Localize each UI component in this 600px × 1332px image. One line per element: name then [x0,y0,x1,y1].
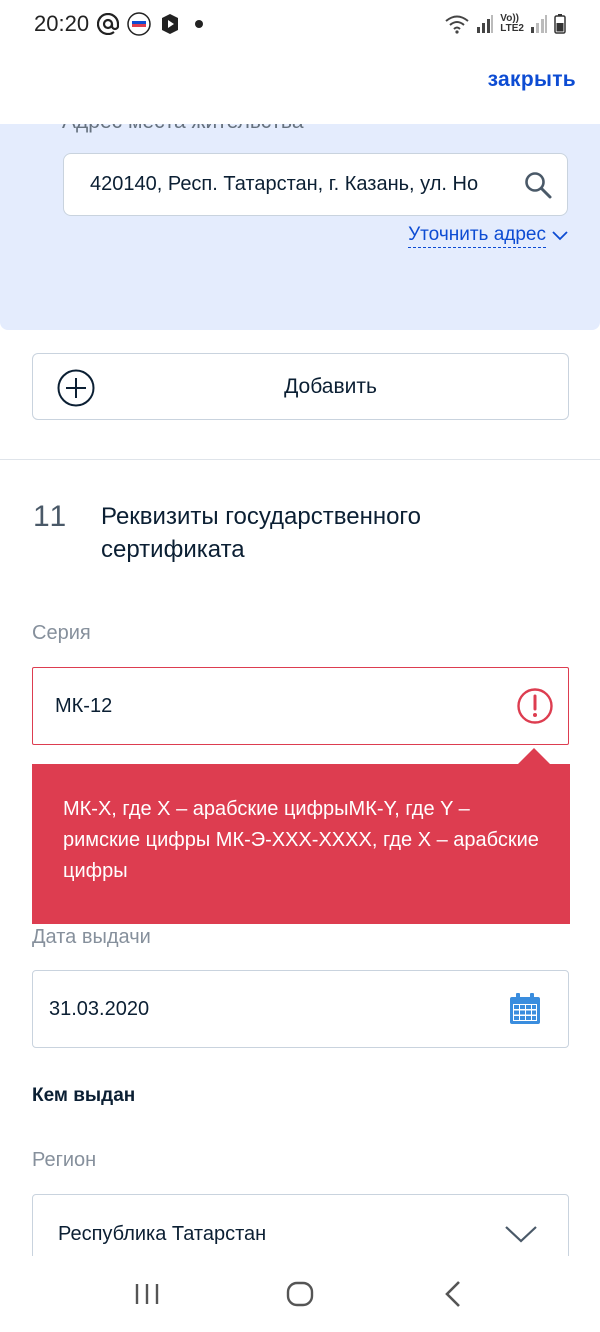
plus-circle-icon [57,369,95,407]
series-input[interactable]: МК-12 [32,667,569,745]
address-value: 420140, Респ. Татарстан, г. Казань, ул. … [90,173,479,195]
recent-apps-icon[interactable] [127,1274,167,1314]
error-tooltip-arrow [518,748,550,764]
status-time: 20:20 [34,11,90,36]
refine-address-label: Уточнить адрес [408,224,546,248]
calendar-icon[interactable] [508,992,542,1026]
issue-date-input[interactable]: 31.03.2020 [32,970,569,1048]
at-icon [97,13,120,35]
wifi-icon [444,14,470,34]
address-label: Адрес места жительства [62,124,304,134]
header: закрыть [0,48,600,124]
address-input[interactable]: 420140, Респ. Татарстан, г. Казань, ул. … [63,153,568,216]
error-icon [516,687,554,725]
error-tooltip: МК-X, где X – арабские цифрыМК-Y, где Y … [32,764,570,924]
add-button[interactable]: Добавить [32,353,569,420]
region-value: Республика Татарстан [58,1222,267,1245]
signal-icon [476,15,494,33]
chevron-down-icon [504,1224,538,1244]
region-label: Регион [32,1149,97,1171]
back-icon[interactable] [433,1274,473,1314]
signal2-icon [530,15,548,33]
series-value: МК-12 [55,694,113,717]
gosuslugi-icon [127,12,151,36]
navigation-bar [0,1256,600,1332]
home-icon[interactable] [280,1274,320,1314]
status-bar: 20:20 Vo)) LTE2 [0,0,600,48]
divider [0,459,600,460]
app-icon [159,13,181,35]
address-block: Адрес места жительства 420140, Респ. Тат… [0,124,600,330]
issue-date-label: Дата выдачи [32,926,151,948]
section-title: Реквизиты государственного сертификата [101,503,422,563]
add-button-label: Добавить [284,374,377,398]
battery-icon [554,14,566,34]
issued-by-heading: Кем выдан [32,1085,136,1106]
volte-icon: Vo)) LTE2 [500,13,524,34]
series-label: Серия [32,622,91,644]
issue-date-value: 31.03.2020 [49,997,150,1020]
search-icon[interactable] [523,170,553,200]
refine-address-link[interactable]: Уточнить адрес [408,224,568,248]
chevron-down-icon [552,225,568,247]
notification-dot [195,20,204,28]
section-number: 11 [33,500,69,533]
close-link[interactable]: закрыть [488,68,576,92]
